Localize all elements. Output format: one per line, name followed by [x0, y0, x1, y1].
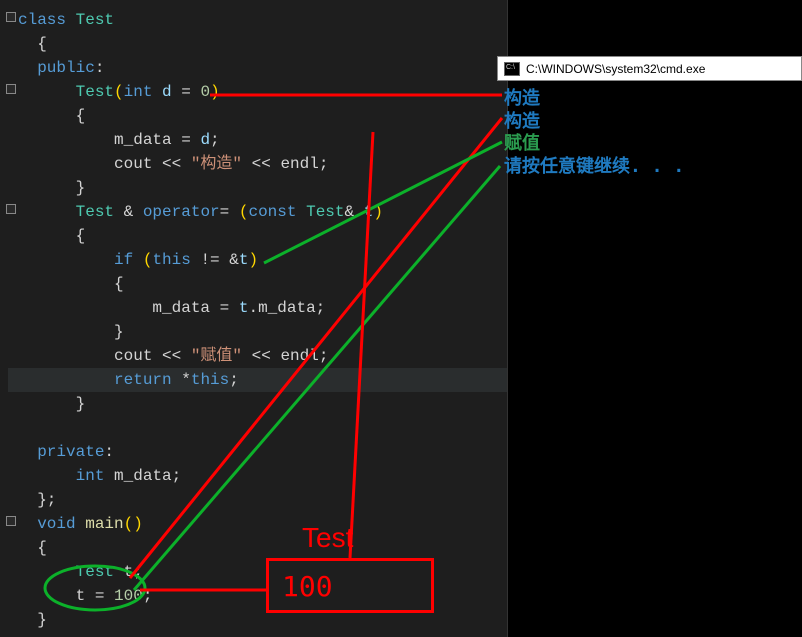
- code-line: {: [8, 272, 507, 296]
- cmd-titlebar[interactable]: C:\WINDOWS\system32\cmd.exe: [497, 56, 802, 81]
- cmd-title-text: C:\WINDOWS\system32\cmd.exe: [526, 62, 705, 76]
- code-line: cout << "构造" << endl;: [8, 152, 507, 176]
- code-line: {: [8, 536, 507, 560]
- collapse-icon[interactable]: [6, 84, 16, 94]
- code-line: Test(int d = 0): [8, 80, 507, 104]
- code-line: m_data = d;: [8, 128, 507, 152]
- code-line: cout << "赋值" << endl;: [8, 344, 507, 368]
- cmd-output-line: 赋值: [504, 133, 684, 156]
- cmd-icon: [504, 62, 520, 76]
- code-line: {: [8, 224, 507, 248]
- collapse-icon[interactable]: [6, 516, 16, 526]
- collapse-icon[interactable]: [6, 12, 16, 22]
- code-line: Test & operator= (const Test& t): [8, 200, 507, 224]
- code-line: private:: [8, 440, 507, 464]
- cmd-output-line: 构造: [504, 111, 684, 134]
- annotation-test-label: Test: [302, 522, 353, 554]
- code-editor[interactable]: class Test { public: Test(int d = 0) { m…: [0, 0, 508, 637]
- code-line: };: [8, 488, 507, 512]
- code-line: m_data = t.m_data;: [8, 296, 507, 320]
- code-line: return *this;: [8, 368, 507, 392]
- code-line: if (this != &t): [8, 248, 507, 272]
- code-line: {: [8, 32, 507, 56]
- code-line: int m_data;: [8, 464, 507, 488]
- code-line: }: [8, 320, 507, 344]
- code-line: }: [8, 176, 507, 200]
- code-line: public:: [8, 56, 507, 80]
- code-line: [8, 416, 507, 440]
- cmd-output: 构造 构造 赋值 请按任意键继续. . .: [504, 88, 684, 178]
- code-line: {: [8, 104, 507, 128]
- code-line: void main(): [8, 512, 507, 536]
- code-line: }: [8, 392, 507, 416]
- annotation-value-text: 100: [282, 570, 333, 603]
- cmd-output-line: 构造: [504, 88, 684, 111]
- collapse-icon[interactable]: [6, 204, 16, 214]
- cmd-output-line: 请按任意键继续. . .: [504, 156, 684, 179]
- code-line: class Test: [8, 8, 507, 32]
